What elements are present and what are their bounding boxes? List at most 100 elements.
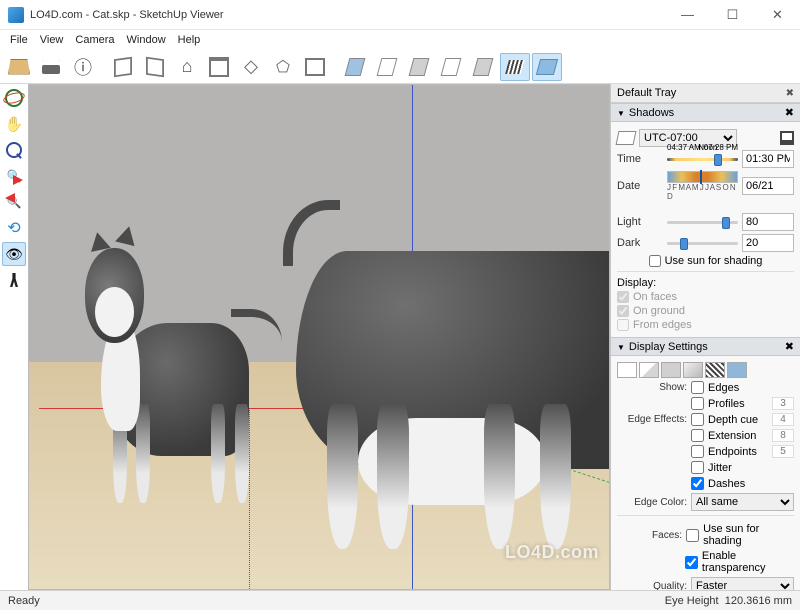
on-ground-label: On ground <box>633 305 685 317</box>
menu-window[interactable]: Window <box>121 32 172 48</box>
menu-file[interactable]: File <box>4 32 34 48</box>
edge-color-label: Edge Color: <box>617 497 687 508</box>
extension-value[interactable]: 8 <box>772 429 794 442</box>
dark-field[interactable] <box>742 234 794 252</box>
zoom-button[interactable] <box>2 138 26 162</box>
dashes-checkbox[interactable] <box>691 477 704 490</box>
watermark: LO4D.com <box>505 542 599 563</box>
quality-select[interactable]: Faster <box>691 577 794 590</box>
style-tex-button[interactable] <box>532 53 562 81</box>
tray-close-icon[interactable]: ✖ <box>786 88 794 99</box>
shadows-header[interactable]: Shadows ✖ <box>611 103 800 122</box>
shadows-title: Shadows <box>629 107 674 119</box>
depth-cue-value[interactable]: 4 <box>772 413 794 426</box>
display-settings-header[interactable]: Display Settings ✖ <box>611 337 800 356</box>
style-shaded-button[interactable] <box>436 53 466 81</box>
shadows-close-icon[interactable]: ✖ <box>785 106 794 119</box>
menu-camera[interactable]: Camera <box>69 32 120 48</box>
zoom-extents-button[interactable] <box>2 164 26 188</box>
style-xray-button[interactable] <box>340 53 370 81</box>
view-front-button[interactable] <box>204 53 234 81</box>
depth-cue-checkbox[interactable] <box>691 413 704 426</box>
extension-checkbox[interactable] <box>691 429 704 442</box>
style-mono-icon[interactable] <box>705 362 725 378</box>
eye-height-value: 120.3616 mm <box>725 595 792 607</box>
dark-slider[interactable] <box>667 236 738 250</box>
jitter-label: Jitter <box>708 462 732 474</box>
profiles-checkbox[interactable] <box>691 397 704 410</box>
maximize-button[interactable]: ☐ <box>710 0 755 30</box>
dashes-label: Dashes <box>708 478 745 490</box>
close-button[interactable]: ✕ <box>755 0 800 30</box>
time-field[interactable] <box>742 150 794 168</box>
jitter-checkbox[interactable] <box>691 461 704 474</box>
menu-view[interactable]: View <box>34 32 70 48</box>
print-button[interactable] <box>36 53 66 81</box>
shadows-panel: UTC-07:00 Time 04:37 AM Noon 07:28 PM Da… <box>611 122 800 337</box>
pan-button[interactable] <box>2 112 26 136</box>
enable-transparency-checkbox[interactable] <box>685 556 698 569</box>
style-xray-icon[interactable] <box>727 362 747 378</box>
style-wire-icon[interactable] <box>617 362 637 378</box>
menu-help[interactable]: Help <box>172 32 207 48</box>
light-label: Light <box>617 216 663 228</box>
edge-color-select[interactable]: All same <box>691 493 794 511</box>
style-hidden-button[interactable] <box>404 53 434 81</box>
date-slider[interactable] <box>667 171 738 183</box>
view-top-button[interactable] <box>140 53 170 81</box>
chevron-down-icon <box>617 107 625 119</box>
view-iso-button[interactable] <box>108 53 138 81</box>
style-hidden-icon[interactable] <box>639 362 659 378</box>
light-field[interactable] <box>742 213 794 231</box>
display-label: Display: <box>617 277 794 289</box>
tray-header[interactable]: Default Tray ✖ <box>611 84 800 103</box>
display-settings-title: Display Settings <box>629 341 708 353</box>
status-text: Ready <box>8 595 40 607</box>
on-faces-checkbox <box>617 291 629 303</box>
endpoints-value[interactable]: 5 <box>772 445 794 458</box>
profiles-value[interactable]: 3 <box>772 397 794 410</box>
viewport[interactable]: LO4D.com <box>28 84 610 590</box>
style-shaded2-button[interactable] <box>468 53 498 81</box>
date-field[interactable] <box>742 177 794 195</box>
zoom-region-button[interactable] <box>2 190 26 214</box>
style-wire-button[interactable] <box>372 53 402 81</box>
months-labels: J F M A M J J A S O N D <box>667 183 738 201</box>
faces-label: Faces: <box>617 530 682 541</box>
zoom-previous-button[interactable] <box>2 216 26 240</box>
menubar: File View Camera Window Help <box>0 30 800 50</box>
light-slider[interactable] <box>667 215 738 229</box>
walk-button[interactable] <box>2 268 26 292</box>
look-around-button[interactable] <box>2 242 26 266</box>
from-edges-checkbox <box>617 319 629 331</box>
open-button[interactable] <box>4 53 34 81</box>
window-controls: — ☐ ✕ <box>665 0 800 30</box>
view-left-button[interactable] <box>268 53 298 81</box>
app-icon <box>8 7 24 23</box>
time-slider[interactable]: 04:37 AM Noon 07:28 PM <box>667 152 738 166</box>
style-icons <box>617 362 794 378</box>
shadow-toggle-icon[interactable] <box>616 131 637 145</box>
default-tray: Default Tray ✖ Shadows ✖ UTC-07:00 Time … <box>610 84 800 590</box>
use-sun-shading-checkbox[interactable] <box>649 255 661 267</box>
edges-checkbox[interactable] <box>691 381 704 394</box>
use-sun-faces-checkbox[interactable] <box>686 529 699 542</box>
model-info-button[interactable] <box>68 53 98 81</box>
display-settings-close-icon[interactable]: ✖ <box>785 340 794 353</box>
orbit-button[interactable] <box>2 86 26 110</box>
endpoints-checkbox[interactable] <box>691 445 704 458</box>
view-home-button[interactable] <box>172 53 202 81</box>
view-back-button[interactable] <box>236 53 266 81</box>
view-right-button[interactable] <box>300 53 330 81</box>
on-ground-checkbox <box>617 305 629 317</box>
save-icon[interactable] <box>780 131 794 145</box>
minimize-button[interactable]: — <box>665 0 710 30</box>
style-shaded-icon[interactable] <box>661 362 681 378</box>
depth-cue-label: Depth cue <box>708 414 758 426</box>
style-mono-button[interactable] <box>500 53 530 81</box>
profiles-label: Profiles <box>708 398 745 410</box>
time-label: Time <box>617 153 663 165</box>
titlebar: LO4D.com - Cat.skp - SketchUp Viewer — ☐… <box>0 0 800 30</box>
style-shadedtex-icon[interactable] <box>683 362 703 378</box>
camera-toolbar <box>0 84 28 294</box>
